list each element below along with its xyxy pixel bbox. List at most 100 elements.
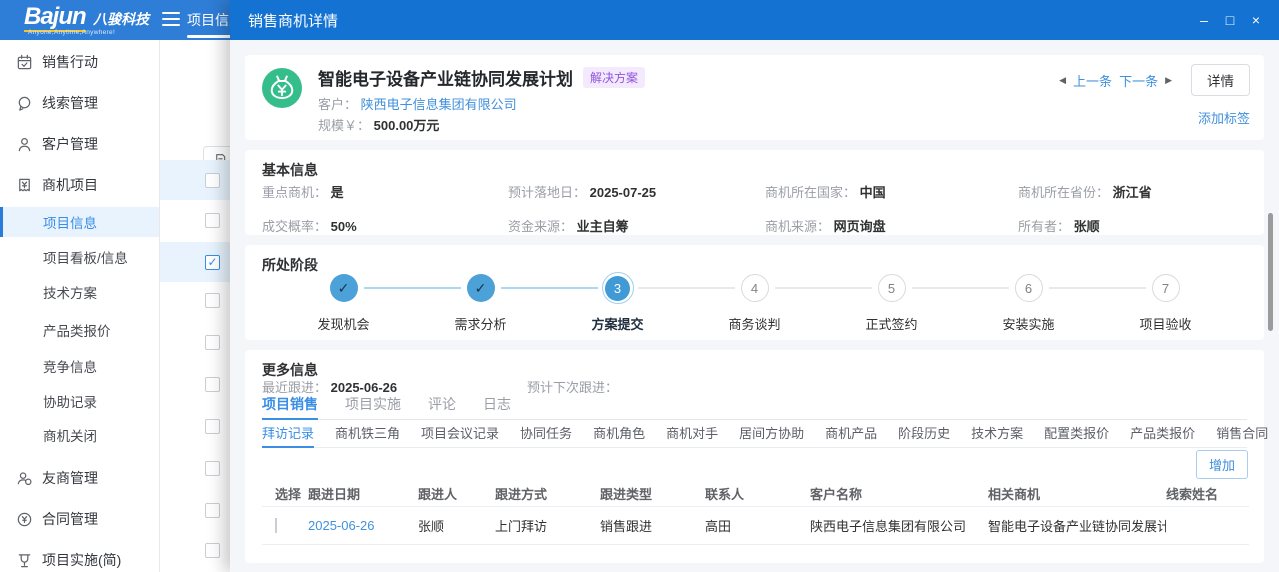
basic-info-card: 基本信息 重点商机： 是 预计落地日： 2025-07-25 商机所在国家： 中… [245, 150, 1264, 235]
tab-project-sales[interactable]: 项目销售 [262, 394, 318, 420]
subtab-tech-solution[interactable]: 技术方案 [971, 423, 1023, 447]
sidebar-item-opportunities[interactable]: 商机项目 [0, 170, 159, 200]
more-info-card: 更多信息 最近跟进： 2025-06-26 预计下次跟进： 项目销售 项目实施 … [245, 350, 1264, 563]
modal-scrollbar[interactable] [1268, 213, 1273, 331]
next-record-link[interactable]: 下一条 [1119, 71, 1158, 90]
list-row [160, 448, 230, 488]
subtab-competitors[interactable]: 商机对手 [666, 423, 718, 447]
row-checkbox[interactable] [205, 173, 220, 188]
step-number: 5 [878, 274, 906, 302]
row-checkbox[interactable] [205, 293, 220, 308]
row-checkbox-checked[interactable]: ✓ [205, 255, 220, 270]
row-checkbox[interactable] [205, 503, 220, 518]
list-row [160, 200, 230, 240]
basic-info-grid: 重点商机： 是 预计落地日： 2025-07-25 商机所在国家： 中国 商机所… [262, 182, 1244, 235]
list-row [160, 530, 230, 570]
subtab-iron-triangle[interactable]: 商机铁三角 [335, 423, 400, 447]
modal-title: 销售商机详情 [248, 10, 338, 31]
stage-step-5[interactable]: 5 正式签约 [823, 271, 960, 333]
sidebar-subitem-tech-solution[interactable]: 技术方案 [0, 277, 159, 307]
minimize-icon[interactable]: – [1191, 7, 1217, 33]
prev-arrow-icon[interactable]: ◀ [1059, 75, 1066, 86]
modal-header: 销售商机详情 – □ × [230, 0, 1279, 40]
list-row [160, 490, 230, 530]
list-row: ✓ [160, 242, 230, 282]
row-checkbox[interactable] [205, 335, 220, 350]
tab-comments[interactable]: 评论 [428, 394, 456, 419]
list-row [160, 322, 230, 362]
stage-step-1[interactable]: 发现机会 [275, 271, 412, 333]
row-checkbox[interactable] [205, 213, 220, 228]
subtab-meeting-records[interactable]: 项目会议记录 [421, 423, 499, 447]
field-key-opportunity: 重点商机： 是 [262, 182, 508, 201]
solution-badge: 解决方案 [583, 67, 645, 88]
sidebar-item-leads[interactable]: 线索管理 [0, 88, 159, 118]
logo-tagline: Anyone,Anytime,Anywhere! [28, 29, 115, 36]
menu-icon[interactable] [162, 12, 180, 28]
sidebar-item-contracts[interactable]: 合同管理 [0, 504, 159, 534]
tab-logs[interactable]: 日志 [483, 394, 511, 419]
calendar-action-icon [16, 54, 33, 71]
next-arrow-icon[interactable]: ▶ [1165, 75, 1172, 86]
row-checkbox[interactable] [205, 461, 220, 476]
detail-button[interactable]: 详情 [1191, 64, 1250, 96]
sidebar-subitem-product-quote[interactable]: 产品类报价 [0, 315, 159, 345]
sidebar-subitem-opportunity-close[interactable]: 商机关闭 [0, 420, 159, 450]
sidebar-item-implementation[interactable]: 项目实施(简) [0, 545, 159, 572]
sidebar-subitem-project-board[interactable]: 项目看板/信息 [0, 242, 159, 272]
maximize-icon[interactable]: □ [1217, 7, 1243, 33]
field-province: 商机所在省份： 浙江省 [1018, 182, 1244, 201]
list-row [160, 364, 230, 404]
logo-text: Bajun [24, 3, 86, 32]
subtab-product-quote[interactable]: 产品类报价 [1130, 423, 1195, 447]
row-checkbox[interactable] [205, 543, 220, 558]
step-number: 7 [1152, 274, 1180, 302]
more-info-tabs: 项目销售 项目实施 评论 日志 [262, 394, 1247, 420]
stage-step-2[interactable]: 需求分析 [412, 271, 549, 333]
subtab-collab-tasks[interactable]: 协同任务 [520, 423, 572, 447]
prev-record-link[interactable]: 上一条 [1073, 71, 1112, 90]
subtab-opportunity-roles[interactable]: 商机角色 [593, 423, 645, 447]
stage-step-3-current[interactable]: 3 方案提交 [549, 271, 686, 333]
row-checkbox[interactable] [205, 377, 220, 392]
subtab-config-quote[interactable]: 配置类报价 [1044, 423, 1109, 447]
field-owner: 所有者： 张顺 [1018, 216, 1244, 235]
step-done-check-icon [330, 274, 358, 302]
step-number: 3 [605, 276, 630, 301]
subtab-sales-contract[interactable]: 销售合同 [1216, 423, 1268, 447]
field-country: 商机所在国家： 中国 [765, 182, 1018, 201]
sidebar-item-partners[interactable]: 友商管理 [0, 463, 159, 493]
visit-date-link[interactable]: 2025-06-26 [308, 518, 418, 533]
subtab-stage-history[interactable]: 阶段历史 [898, 423, 950, 447]
customer-line: 客户： 陕西电子信息集团有限公司 [318, 94, 517, 113]
leads-icon [16, 95, 33, 112]
customer-link[interactable]: 陕西电子信息集团有限公司 [361, 97, 517, 112]
stage-step-6[interactable]: 6 安装实施 [960, 271, 1097, 333]
close-icon[interactable]: × [1243, 7, 1269, 33]
sidebar-subitem-competition-info[interactable]: 竞争信息 [0, 351, 159, 381]
step-done-check-icon [467, 274, 495, 302]
add-button[interactable]: 增加 [1196, 450, 1248, 479]
row-checkbox[interactable] [205, 419, 220, 434]
subtab-products[interactable]: 商机产品 [825, 423, 877, 447]
sidebar-item-customers[interactable]: 客户管理 [0, 129, 159, 159]
sidebar-subitem-project-info[interactable]: 项目信息 [0, 207, 159, 237]
implementation-icon [16, 552, 33, 569]
table-row-checkbox[interactable] [275, 518, 277, 533]
opportunity-detail-modal: 销售商机详情 – □ × 智能电子设备产业链协同发展计划 解决方案 客户： 陕西… [230, 0, 1279, 572]
tab-project-implementation[interactable]: 项目实施 [345, 394, 401, 419]
field-win-probability: 成交概率： 50% [262, 216, 508, 235]
stage-step-7[interactable]: 7 项目验收 [1097, 271, 1234, 333]
subtab-visit-records[interactable]: 拜访记录 [262, 423, 314, 448]
sidebar-subitem-assist-records[interactable]: 协助记录 [0, 386, 159, 416]
logo-cn-text: 八骏科技 [93, 11, 149, 27]
more-info-subtabs: 拜访记录 商机铁三角 项目会议记录 协同任务 商机角色 商机对手 居间方协助 商… [262, 423, 1247, 448]
add-tag-link[interactable]: 添加标签 [1198, 111, 1250, 126]
subtab-intermediary[interactable]: 居间方协助 [739, 423, 804, 447]
sidebar-item-sales-action[interactable]: 销售行动 [0, 47, 159, 77]
partner-icon [16, 470, 33, 487]
stage-step-4[interactable]: 4 商务谈判 [686, 271, 823, 333]
list-row [160, 280, 230, 320]
bajun-logo: Bajun 八骏科技 [24, 3, 149, 31]
customer-icon [16, 136, 33, 153]
